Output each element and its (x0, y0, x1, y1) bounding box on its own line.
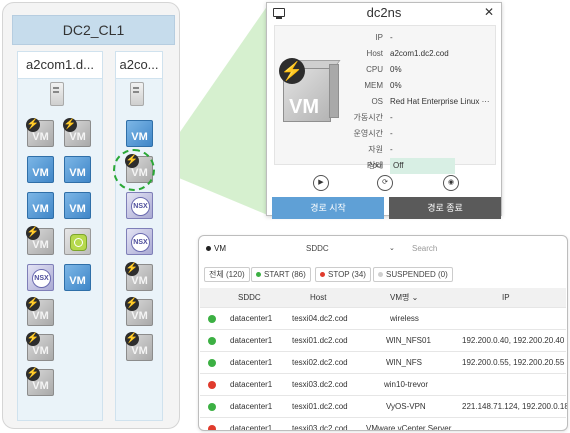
server-icon (50, 82, 64, 106)
host-name[interactable]: a2com1.d... (18, 52, 102, 79)
vm-table-panel: VM SDDC ⌄ Search 전체 (120) START (86) STO… (198, 235, 568, 431)
vm-off-icon[interactable]: ⚡ VM (26, 226, 54, 255)
vm-running-icon[interactable]: VM (27, 156, 54, 183)
vm-running-icon[interactable]: VM (64, 264, 91, 291)
filter-suspended[interactable]: SUSPENDED (0) (373, 267, 453, 282)
vm-detail-popup: dc2ns ✕ VM ⚡ IP - Host a2com1.dc2.cod CPU 0… (266, 2, 502, 219)
nsx-icon[interactable]: NSX (126, 192, 153, 219)
prop-state: 상태 Off (353, 158, 493, 174)
search-input[interactable]: Search (412, 236, 437, 262)
cluster-title: DC2_CL1 (12, 15, 175, 45)
vm-off-icon[interactable]: ⚡ VM (26, 332, 54, 361)
nsx-icon[interactable]: NSX (126, 228, 153, 255)
console-icon[interactable]: ⟳ (377, 175, 393, 191)
status-dot (208, 337, 216, 345)
start-path-button[interactable]: 경로 시작 (272, 197, 384, 219)
col-host[interactable]: Host (310, 288, 326, 307)
prop-uptime: 가동시간 - (353, 113, 393, 122)
table-column-headers: SDDC Host VM명 ⌄ IP (200, 288, 566, 307)
prop-ip: IP - (375, 33, 393, 42)
status-dot (208, 359, 216, 367)
table-row[interactable]: datacenter1 tesxi02.dc2.cod WIN_NFS 192.… (200, 351, 566, 374)
popup-title: dc2ns (366, 5, 402, 20)
close-icon[interactable]: ✕ (484, 5, 494, 19)
table-title: VM (206, 236, 226, 262)
vm-off-icon[interactable]: ⚡ VM (125, 262, 153, 291)
appliance-icon[interactable] (64, 228, 91, 255)
vm-off-icon[interactable]: ⚡ VM (125, 332, 153, 361)
vm-running-icon[interactable]: VM (126, 120, 153, 147)
vm-running-icon[interactable]: VM (64, 192, 91, 219)
table-row[interactable]: datacenter1 tesxi03.dc2.cod win10-trevor (200, 373, 566, 396)
nsx-icon[interactable]: NSX (27, 264, 54, 291)
prop-host: Host a2com1.dc2.cod (366, 49, 449, 58)
vm-running-icon[interactable]: VM (27, 192, 54, 219)
table-header-bar: VM SDDC ⌄ Search (199, 236, 567, 262)
prop-runtime: 운영시간 - (353, 129, 393, 138)
vm-off-large-icon: VM ⚡ (279, 58, 341, 122)
vm-off-icon[interactable]: ⚡ VM (63, 118, 91, 147)
vm-off-icon[interactable]: ⚡ VM (125, 297, 153, 326)
vm-off-icon[interactable]: ⚡ VM (26, 118, 54, 147)
play-icon[interactable]: ▶ (313, 175, 329, 191)
status-dot (208, 315, 216, 323)
status-dot (208, 381, 216, 389)
vm-running-icon[interactable]: VM (64, 156, 91, 183)
vm-off-icon[interactable]: ⚡ VM (26, 367, 54, 396)
server-icon (130, 82, 144, 106)
camera-icon[interactable]: ◉ (443, 175, 459, 191)
col-vm-name[interactable]: VM명 ⌄ (390, 288, 418, 307)
status-dot (208, 425, 216, 430)
sddc-select[interactable]: SDDC (306, 236, 329, 262)
prop-resource-pool: 자원 Pool - (366, 145, 393, 170)
vm-off-icon[interactable]: ⚡ VM (26, 297, 54, 326)
end-path-button[interactable]: 경로 종료 (389, 197, 501, 219)
table-row[interactable]: datacenter1 tesxi04.dc2.cod wireless (200, 307, 566, 330)
chevron-down-icon[interactable]: ⌄ (389, 236, 395, 262)
col-ip[interactable]: IP (502, 288, 510, 307)
prop-os: OS Red Hat Enterprise Linux ··· (371, 97, 490, 106)
filter-start[interactable]: START (86) (251, 267, 311, 282)
status-dot (208, 403, 216, 411)
table-row[interactable]: datacenter1 tesxi01.dc2.cod WIN_NFS01 19… (200, 329, 566, 352)
table-row[interactable]: datacenter1 tesxi01.dc2.cod VyOS-VPN 221… (200, 395, 567, 418)
selected-vm-highlight (113, 149, 155, 191)
col-sddc[interactable]: SDDC (238, 288, 261, 307)
filter-stop[interactable]: STOP (34) (315, 267, 371, 282)
filter-all[interactable]: 전체 (120) (204, 267, 250, 282)
property-list: IP - Host a2com1.dc2.cod CPU 0% MEM 0% OS Red… (353, 30, 493, 174)
host-name[interactable]: a2co... (116, 52, 162, 79)
prop-mem: MEM 0% (364, 81, 402, 90)
table-row[interactable]: datacenter1 tesxi03.dc2.cod VMware vCent… (200, 417, 566, 430)
popup-body: VM ⚡ IP - Host a2com1.dc2.cod CPU 0% MEM 0% … (274, 25, 496, 174)
prop-cpu: CPU 0% (366, 65, 402, 74)
